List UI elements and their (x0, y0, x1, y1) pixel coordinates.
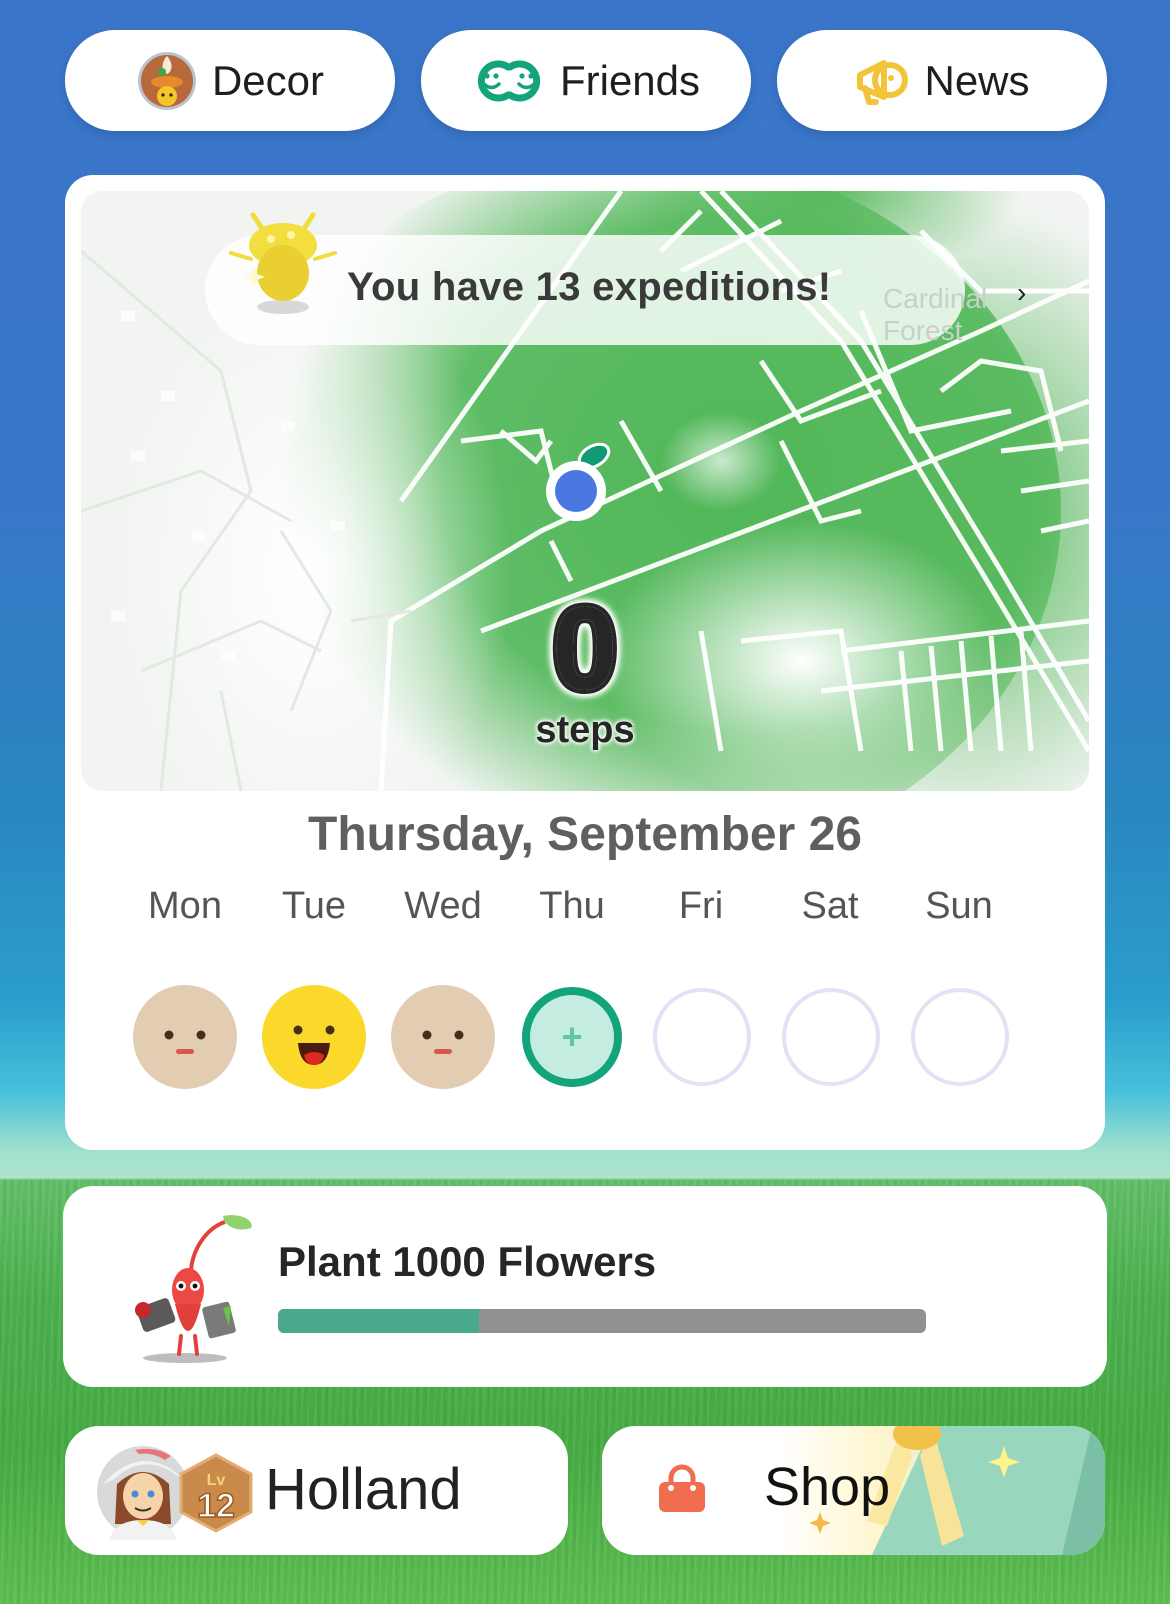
profile-button[interactable]: Lv 12 Holland (65, 1426, 568, 1555)
shopping-bag-icon (657, 1464, 707, 1519)
decor-badge-icon (136, 50, 198, 112)
plus-icon: + (561, 1016, 583, 1057)
steps-label: steps (535, 709, 635, 751)
mission-card[interactable]: Plant 1000 Flowers (63, 1186, 1107, 1387)
weekday-sun: Sun (925, 885, 993, 927)
shop-label: Shop (764, 1457, 891, 1517)
news-button[interactable]: News (777, 30, 1107, 131)
day-wed-neutral-face-icon[interactable] (391, 985, 495, 1089)
shop-button[interactable]: Shop (602, 1426, 1105, 1555)
golden-bug-icon (223, 207, 343, 332)
mission-progress-fill (278, 1309, 479, 1333)
mission-progress-bar (278, 1309, 926, 1333)
weekday-labels: Mon Tue Wed Thu Fri Sat Sun (65, 885, 1105, 935)
decor-button[interactable]: Decor (65, 30, 395, 131)
weekday-fri: Fri (678, 885, 724, 927)
friends-label: Friends (559, 56, 701, 104)
area-name: Cardinal Forest (883, 283, 988, 346)
news-label: News (924, 56, 1030, 104)
megaphone-icon (854, 55, 910, 107)
day-thu-add-button[interactable]: + (522, 987, 622, 1087)
profile-name: Holland (265, 1457, 462, 1522)
step-count: 0 (548, 583, 622, 715)
date-title: Thursday, September 26 (308, 808, 862, 861)
red-pikmin-icon (133, 1208, 263, 1373)
weekday-mon: Mon (148, 885, 222, 927)
weekday-tue: Tue (281, 885, 347, 927)
expedition-banner[interactable]: You have 13 expeditions! Cardinal Forest… (205, 212, 1026, 346)
weekday-sat: Sat (801, 885, 859, 927)
friends-icon (472, 59, 546, 103)
day-tue-happy-face-icon[interactable] (262, 985, 366, 1089)
friends-button[interactable]: Friends (421, 30, 751, 131)
day-mood-row: + (65, 985, 1105, 1089)
decor-label: Decor (211, 56, 325, 104)
day-sat-empty (782, 988, 880, 1086)
level-number: 12 (197, 1487, 235, 1525)
weekday-thu: Thu (539, 885, 605, 927)
weekday-wed: Wed (404, 885, 482, 927)
chevron-right-icon: › (1017, 277, 1027, 308)
day-fri-empty (653, 988, 751, 1086)
level-badge: Lv 12 (177, 1453, 255, 1538)
mission-title: Plant 1000 Flowers (278, 1238, 657, 1285)
daily-card: You have 13 expeditions! Cardinal Forest… (65, 175, 1105, 1150)
player-location-icon (544, 436, 624, 531)
day-sun-empty (911, 988, 1009, 1086)
expedition-text: You have 13 expeditions! (347, 265, 832, 309)
day-mon-neutral-face-icon[interactable] (133, 985, 237, 1089)
step-map[interactable]: You have 13 expeditions! Cardinal Forest… (81, 191, 1089, 791)
